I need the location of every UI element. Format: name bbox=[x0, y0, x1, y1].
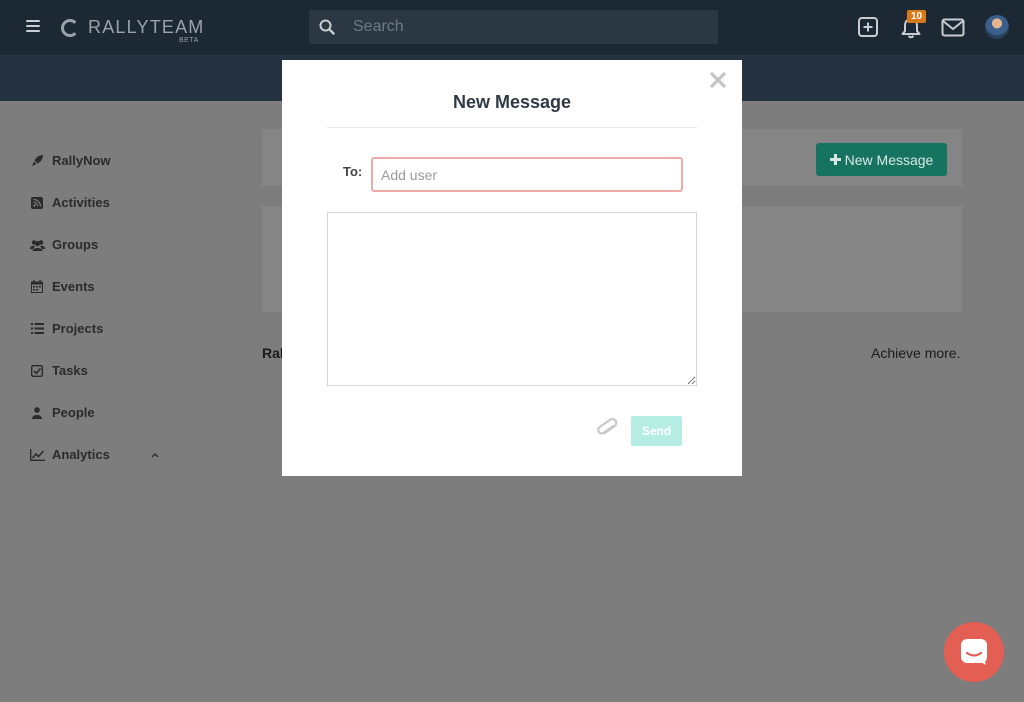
sidebar-item-rallynow[interactable]: RallyNow bbox=[29, 153, 111, 168]
chat-launcher-button[interactable] bbox=[944, 622, 1004, 682]
message-body-textarea[interactable] bbox=[327, 212, 697, 386]
sidebar-item-people[interactable]: People bbox=[29, 405, 95, 420]
sidebar-item-label: Activities bbox=[52, 195, 110, 210]
menu-icon[interactable] bbox=[26, 20, 40, 34]
beta-badge: BETA bbox=[179, 37, 199, 44]
footer-tagline: Achieve more. bbox=[871, 345, 961, 361]
sidebar-item-label: Projects bbox=[52, 321, 104, 336]
sidebar-item-tasks[interactable]: Tasks bbox=[29, 363, 88, 378]
check-square-icon bbox=[29, 364, 45, 377]
search-input[interactable] bbox=[345, 18, 705, 36]
sidebar-item-label: Tasks bbox=[52, 363, 88, 378]
to-label: To: bbox=[343, 164, 363, 179]
sidebar-item-projects[interactable]: Projects bbox=[29, 321, 103, 336]
sidebar-item-activities[interactable]: Activities bbox=[29, 195, 110, 210]
sidebar-item-analytics[interactable]: Analytics bbox=[29, 447, 110, 462]
sidebar-item-label: Events bbox=[52, 279, 95, 294]
logo[interactable]: RALLYTEAM bbox=[61, 17, 205, 38]
calendar-icon bbox=[29, 280, 45, 293]
close-icon[interactable] bbox=[710, 72, 726, 92]
top-navbar: RALLYTEAM BETA 10 bbox=[0, 0, 1024, 55]
new-message-modal: New Message To: Send bbox=[282, 60, 742, 476]
footer-brand-text: Ral bbox=[262, 345, 284, 361]
chevron-up-icon[interactable] bbox=[150, 446, 160, 464]
user-icon bbox=[29, 406, 45, 419]
plus-square-icon[interactable] bbox=[857, 16, 879, 43]
sidebar-item-groups[interactable]: Groups bbox=[29, 237, 98, 252]
sidebar-item-events[interactable]: Events bbox=[29, 279, 95, 294]
search-icon bbox=[309, 19, 345, 35]
rss-icon bbox=[29, 196, 45, 209]
chat-icon bbox=[961, 639, 987, 665]
send-button[interactable]: Send bbox=[631, 416, 682, 446]
notification-badge: 10 bbox=[907, 10, 927, 23]
logo-text: RALLYTEAM bbox=[88, 17, 205, 37]
modal-title: New Message bbox=[452, 92, 572, 112]
search-bar bbox=[309, 10, 718, 44]
envelope-icon[interactable] bbox=[941, 18, 965, 42]
modal-divider bbox=[327, 127, 697, 128]
plus-icon bbox=[829, 154, 841, 165]
new-message-button[interactable]: New Message bbox=[816, 143, 947, 176]
sidebar-item-label: People bbox=[52, 405, 95, 420]
line-chart-icon bbox=[29, 448, 45, 461]
sidebar-item-label: Analytics bbox=[52, 447, 110, 462]
list-icon bbox=[29, 323, 45, 334]
user-avatar[interactable] bbox=[985, 15, 1009, 39]
logo-icon bbox=[61, 18, 79, 37]
recipient-input[interactable] bbox=[371, 157, 683, 192]
users-icon bbox=[29, 239, 45, 251]
sidebar-item-label: RallyNow bbox=[52, 153, 111, 168]
paperclip-icon[interactable] bbox=[596, 416, 620, 447]
rocket-icon bbox=[29, 154, 45, 167]
sidebar-item-label: Groups bbox=[52, 237, 99, 252]
new-message-label: New Message bbox=[844, 151, 934, 168]
